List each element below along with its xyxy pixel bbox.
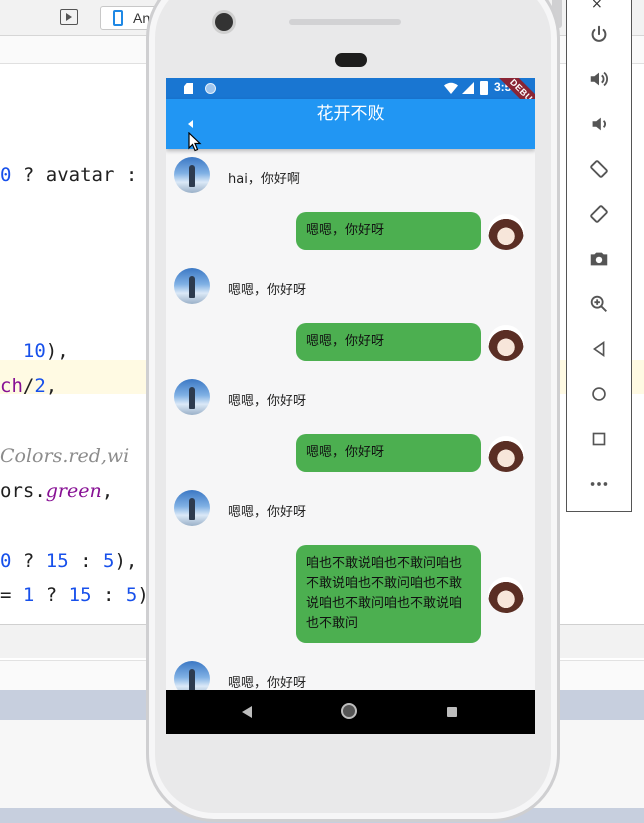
system-nav-bar bbox=[166, 690, 535, 734]
emu-home-button[interactable] bbox=[582, 377, 616, 411]
sd-card-icon bbox=[184, 83, 193, 94]
avatar[interactable] bbox=[174, 661, 210, 690]
signal-icon bbox=[462, 82, 474, 94]
arrow-back-icon bbox=[188, 120, 193, 128]
avatar[interactable] bbox=[488, 436, 524, 472]
code-line: 0 ? 15 : 5), bbox=[0, 550, 138, 572]
proximity-sensor bbox=[335, 53, 367, 67]
code-line: ors.green, bbox=[0, 480, 114, 502]
avatar[interactable] bbox=[174, 157, 210, 193]
phone-icon bbox=[113, 10, 123, 26]
mouse-cursor-icon bbox=[188, 132, 202, 152]
nav-home-icon[interactable] bbox=[341, 703, 357, 719]
more-icon bbox=[590, 482, 608, 486]
avatar[interactable] bbox=[174, 379, 210, 415]
home-icon bbox=[592, 387, 606, 401]
message-text: 嗯嗯，你好呀 bbox=[228, 505, 307, 520]
screenshot-button[interactable] bbox=[582, 242, 616, 276]
phone-screen: 3:58 DEBUG 花开不败 hai，你好啊 嗯嗯，你好呀 嗯嗯，你好呀 嗯嗯… bbox=[166, 78, 535, 734]
rotate-left-button[interactable] bbox=[582, 152, 616, 186]
code-line: Colors.red,wi bbox=[0, 445, 130, 467]
camera-icon bbox=[590, 252, 608, 266]
code-line: 10), bbox=[22, 340, 69, 362]
zoom-button[interactable] bbox=[582, 287, 616, 321]
message-text: 嗯嗯，你好呀 bbox=[228, 394, 307, 409]
rotate-right-icon bbox=[590, 205, 608, 223]
avatar[interactable] bbox=[488, 325, 524, 361]
message-bubble: 嗯嗯，你好呀 bbox=[296, 323, 481, 361]
code-line: = 1 ? 15 : 5) bbox=[0, 584, 149, 606]
overview-icon bbox=[592, 432, 606, 446]
avatar[interactable] bbox=[174, 490, 210, 526]
close-icon[interactable]: × bbox=[591, 0, 603, 12]
rotate-left-icon bbox=[590, 160, 608, 178]
run-config-icon[interactable] bbox=[60, 9, 78, 25]
battery-icon bbox=[480, 81, 488, 95]
message-bubble: 咱也不敢说咱也不敢问咱也不敢说咱也不敢问咱也不敢说咱也不敢问咱也不敢说咱也不敢问 bbox=[296, 545, 481, 643]
power-button[interactable] bbox=[582, 18, 616, 52]
volume-up-button[interactable] bbox=[582, 62, 616, 96]
zoom-icon bbox=[590, 295, 607, 312]
volume-down-button[interactable] bbox=[582, 107, 616, 141]
avatar[interactable] bbox=[488, 577, 524, 613]
emu-more-button[interactable] bbox=[582, 467, 616, 501]
app-bar: 花开不败 bbox=[166, 99, 535, 149]
volume-up-icon bbox=[590, 71, 608, 87]
message-bubble: 嗯嗯，你好呀 bbox=[296, 212, 481, 250]
code-line: 0 ? avatar : bbox=[0, 164, 138, 186]
rotate-right-button[interactable] bbox=[582, 197, 616, 231]
message-text: hai，你好啊 bbox=[228, 172, 300, 187]
nav-recents-icon[interactable] bbox=[447, 707, 457, 717]
avatar[interactable] bbox=[488, 214, 524, 250]
code-line: ch/2, bbox=[0, 375, 58, 397]
wifi-icon bbox=[444, 82, 458, 94]
message-text: 嗯嗯，你好呀 bbox=[228, 676, 307, 690]
app-bar-title: 花开不败 bbox=[316, 104, 385, 124]
earpiece-speaker bbox=[289, 19, 401, 25]
nav-back-icon[interactable] bbox=[242, 706, 252, 718]
back-icon bbox=[592, 340, 605, 358]
notification-dot-icon bbox=[205, 83, 216, 94]
chat-message-list[interactable]: hai，你好啊 嗯嗯，你好呀 嗯嗯，你好呀 嗯嗯，你好呀 嗯嗯，你好呀 嗯嗯，你… bbox=[166, 149, 535, 690]
emu-overview-button[interactable] bbox=[582, 422, 616, 456]
message-text: 嗯嗯，你好呀 bbox=[228, 283, 307, 298]
front-camera bbox=[215, 13, 233, 31]
status-bar: 3:58 DEBUG bbox=[166, 78, 535, 123]
emu-back-button[interactable] bbox=[582, 332, 616, 366]
emulator-controls-panel: × bbox=[566, 0, 632, 512]
message-bubble: 嗯嗯，你好呀 bbox=[296, 434, 481, 472]
power-icon bbox=[591, 25, 607, 42]
avatar[interactable] bbox=[174, 268, 210, 304]
volume-down-icon bbox=[592, 117, 606, 131]
